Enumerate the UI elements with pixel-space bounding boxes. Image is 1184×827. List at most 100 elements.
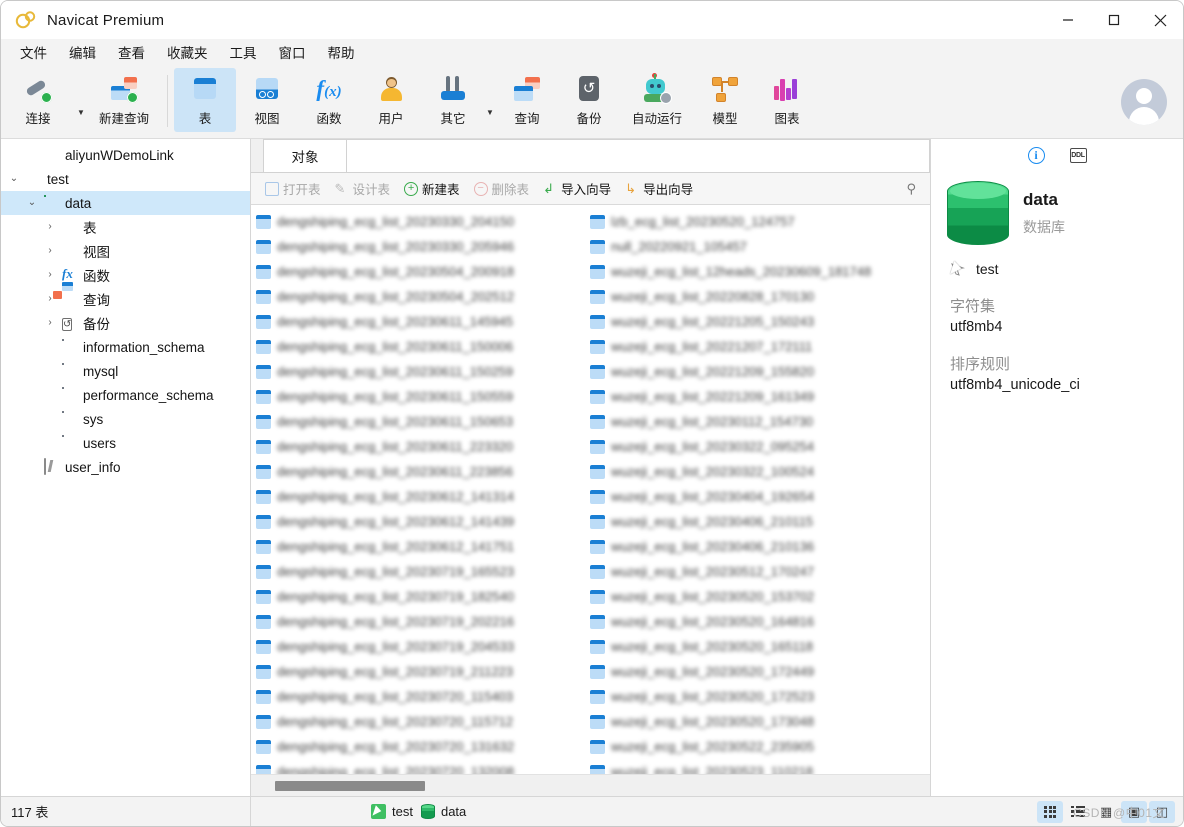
ddl-tab[interactable]: DDL: [1066, 144, 1090, 166]
tree-item-data[interactable]: ⌄ data: [1, 191, 250, 215]
menu-window[interactable]: 窗口: [268, 39, 317, 65]
close-button[interactable]: [1137, 1, 1183, 39]
table-list-item[interactable]: dengshiping_ecg_list_20230504_200918: [253, 259, 587, 284]
design-table-button[interactable]: ✎ 设计表: [329, 176, 397, 201]
table-list-item[interactable]: wuzeji_ecg_list_20221207_172111: [587, 334, 921, 359]
table-list-item[interactable]: wuzeji_ecg_list_20221209_155820: [587, 359, 921, 384]
ribbon-automation-button[interactable]: 自动运行: [620, 68, 694, 132]
list-view-button[interactable]: [1065, 801, 1091, 823]
table-list-item[interactable]: dengshiping_ecg_list_20230719_202216: [253, 609, 587, 634]
table-list-item[interactable]: wuzeji_ecg_list_20230322_095254: [587, 434, 921, 459]
table-list-item[interactable]: dengshiping_ecg_list_20230611_150006: [253, 334, 587, 359]
ribbon-chart-button[interactable]: 图表: [756, 68, 818, 132]
table-list-item[interactable]: dengshiping_ecg_list_20230611_145945: [253, 309, 587, 334]
new-table-button[interactable]: + 新建表: [398, 176, 466, 201]
menu-help[interactable]: 帮助: [317, 39, 366, 65]
form-view-button[interactable]: ▣: [1121, 800, 1147, 823]
tree-item--[interactable]: › 视图: [1, 239, 250, 263]
sheet-view-button[interactable]: ◫: [1149, 800, 1175, 823]
tree-twisty[interactable]: ›: [43, 318, 57, 328]
table-list-item[interactable]: wuzeji_ecg_list_20221205_150243: [587, 309, 921, 334]
export-wizard-button[interactable]: ↳ 导出向导: [619, 176, 699, 201]
table-list-item[interactable]: wuzeji_ecg_list_20230520_164816: [587, 609, 921, 634]
table-list-item[interactable]: wuzeji_ecg_list_12heads_20230609_181748: [587, 259, 921, 284]
grid-view-button[interactable]: [1037, 800, 1063, 823]
ribbon-function-button[interactable]: f(x) 函数: [298, 68, 360, 132]
table-list-item[interactable]: dengshiping_ecg_list_20230612_141314: [253, 484, 587, 509]
table-list-item[interactable]: wuzeji_ecg_list_20230522_235905: [587, 734, 921, 759]
info-tab[interactable]: i: [1024, 144, 1048, 166]
table-list-item[interactable]: dengshiping_ecg_list_20230330_205946: [253, 234, 587, 259]
table-list-item[interactable]: dengshiping_ecg_list_20230611_150259: [253, 359, 587, 384]
table-list-item[interactable]: dengshiping_ecg_list_20230611_150559: [253, 384, 587, 409]
tree-twisty[interactable]: ›: [43, 246, 57, 256]
ribbon-model-button[interactable]: 模型: [694, 68, 756, 132]
ribbon-query-button[interactable]: 查询: [496, 68, 558, 132]
tree-item-sys[interactable]: sys: [1, 407, 250, 431]
tree-twisty[interactable]: ›: [43, 270, 57, 280]
other-dropdown-icon[interactable]: ▼: [484, 108, 496, 117]
table-list-item[interactable]: wuzeji_ecg_list_20230523_110218: [587, 759, 921, 774]
ribbon-connect-button[interactable]: 连接: [1, 68, 75, 132]
table-list-item[interactable]: null_20220921_105457: [587, 234, 921, 259]
maximize-button[interactable]: [1091, 1, 1137, 39]
horizontal-scrollbar[interactable]: [251, 774, 930, 796]
table-list-item[interactable]: dengshiping_ecg_list_20230611_223856: [253, 459, 587, 484]
table-list-item[interactable]: dengshiping_ecg_list_20230720_115712: [253, 709, 587, 734]
tree-item-users[interactable]: users: [1, 431, 250, 455]
table-list-item[interactable]: wuzeji_ecg_list_20230322_100524: [587, 459, 921, 484]
menu-file[interactable]: 文件: [9, 39, 58, 65]
menu-view[interactable]: 查看: [107, 39, 156, 65]
tree-item-user_info[interactable]: user_info: [1, 455, 250, 479]
tab-objects[interactable]: 对象: [263, 139, 347, 172]
ribbon-user-button[interactable]: 用户: [360, 68, 422, 132]
table-list-item[interactable]: dengshiping_ecg_list_20230612_141751: [253, 534, 587, 559]
open-table-button[interactable]: 打开表: [259, 176, 327, 201]
table-list-item[interactable]: wuzeji_ecg_list_20230520_153702: [587, 584, 921, 609]
table-list-item[interactable]: wuzeji_ecg_list_20230520_165118: [587, 634, 921, 659]
table-list-item[interactable]: wuzeji_ecg_list_20230406_210136: [587, 534, 921, 559]
tree-item-mysql[interactable]: mysql: [1, 359, 250, 383]
menu-edit[interactable]: 编辑: [58, 39, 107, 65]
delete-table-button[interactable]: − 删除表: [468, 176, 536, 201]
tree-item-performance_schema[interactable]: performance_schema: [1, 383, 250, 407]
tree-item--[interactable]: › ↺ 备份: [1, 311, 250, 335]
connect-dropdown-icon[interactable]: ▼: [75, 108, 87, 117]
table-list-item[interactable]: dengshiping_ecg_list_20230720_115403: [253, 684, 587, 709]
minimize-button[interactable]: [1045, 1, 1091, 39]
table-list-item[interactable]: wuzeji_ecg_list_20230112_154730: [587, 409, 921, 434]
import-wizard-button[interactable]: ↲ 导入向导: [537, 176, 617, 201]
ribbon-other-button[interactable]: 其它: [422, 68, 484, 132]
tree-item-information_schema[interactable]: information_schema: [1, 335, 250, 359]
tree-item--[interactable]: › fx 函数: [1, 263, 250, 287]
table-list-item[interactable]: dengshiping_ecg_list_20230719_182540: [253, 584, 587, 609]
table-list-item[interactable]: dengshiping_ecg_list_20230330_204150: [253, 209, 587, 234]
table-list-item[interactable]: wuzeji_ecg_list_20230520_173048: [587, 709, 921, 734]
table-list-item[interactable]: wuzeji_ecg_list_20220828_170130: [587, 284, 921, 309]
ribbon-new-query-button[interactable]: 新建查询: [87, 68, 161, 132]
tree-item--[interactable]: › 查询: [1, 287, 250, 311]
user-avatar-button[interactable]: [1121, 79, 1167, 125]
menu-tools[interactable]: 工具: [219, 39, 268, 65]
search-icon[interactable]: ⚲: [906, 181, 922, 197]
table-list-item[interactable]: dengshiping_ecg_list_20230720_131632: [253, 734, 587, 759]
table-list-item[interactable]: wuzeji_ecg_list_20230520_172449: [587, 659, 921, 684]
menu-favorites[interactable]: 收藏夹: [156, 39, 219, 65]
table-list-item[interactable]: dengshiping_ecg_list_20230720_132008: [253, 759, 587, 774]
table-list-item[interactable]: dengshiping_ecg_list_20230611_223320: [253, 434, 587, 459]
table-list-item[interactable]: wuzeji_ecg_list_20230512_170247: [587, 559, 921, 584]
ribbon-backup-button[interactable]: 备份: [558, 68, 620, 132]
table-list-item[interactable]: wuzeji_ecg_list_20230520_172523: [587, 684, 921, 709]
tree-twisty[interactable]: ⌄: [7, 174, 21, 184]
navigation-tree[interactable]: aliyunWDemoLink ⌄ test ⌄ data › 表 › 视图 › fx 函数 › 查询 › ↺…: [1, 139, 251, 796]
tree-item--[interactable]: › 表: [1, 215, 250, 239]
tree-item-aliyunwdemolink[interactable]: aliyunWDemoLink: [1, 143, 250, 167]
table-list-item[interactable]: wuzeji_ecg_list_20230406_210115: [587, 509, 921, 534]
tree-twisty[interactable]: ⌄: [25, 198, 39, 208]
tree-twisty[interactable]: ›: [43, 222, 57, 232]
object-list-columns[interactable]: dengshiping_ecg_list_20230330_204150 deng…: [251, 205, 930, 774]
table-list-item[interactable]: wuzeji_ecg_list_20230404_192654: [587, 484, 921, 509]
tree-item-test[interactable]: ⌄ test: [1, 167, 250, 191]
detail-view-button[interactable]: ▦: [1093, 801, 1119, 823]
table-list-item[interactable]: dengshiping_ecg_list_20230611_150653: [253, 409, 587, 434]
